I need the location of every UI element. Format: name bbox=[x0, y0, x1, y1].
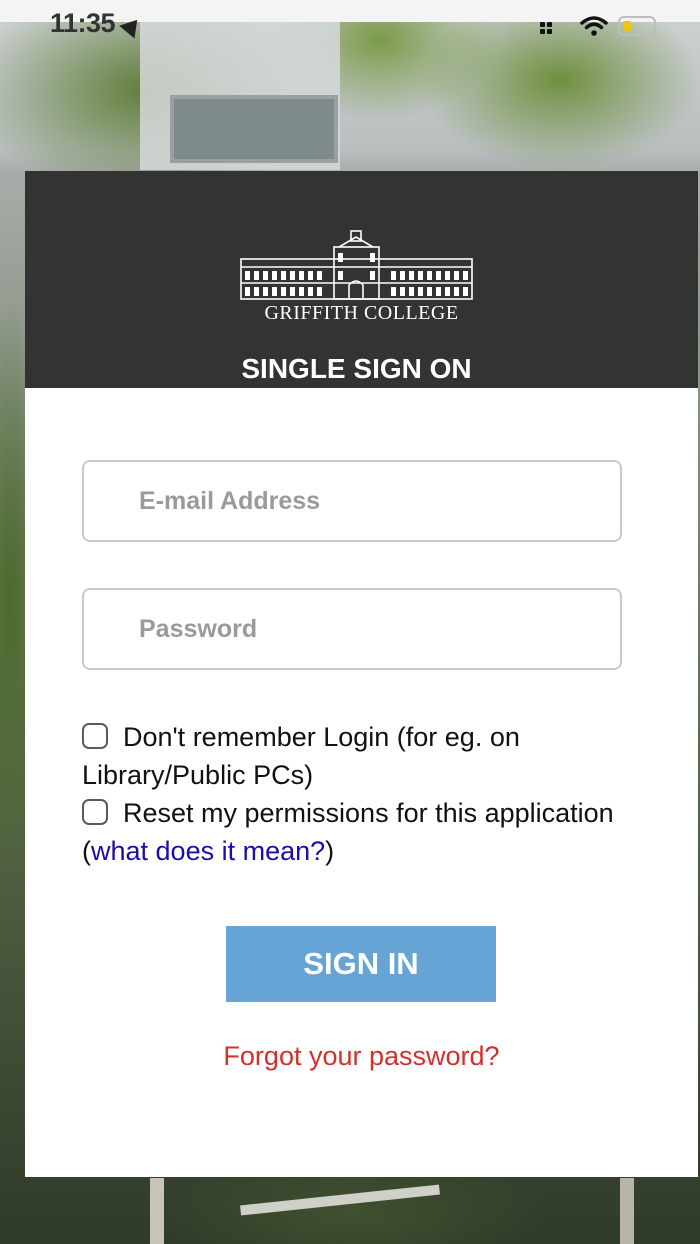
reset-permissions-option: Reset my permissions for this applicatio… bbox=[82, 794, 682, 870]
dont-remember-login-checkbox[interactable] bbox=[82, 723, 108, 749]
status-time: 11:35 bbox=[50, 8, 116, 38]
college-name: GRIFFITH COLLEGE bbox=[264, 302, 459, 324]
wifi-icon bbox=[580, 16, 608, 36]
background-post bbox=[150, 1178, 164, 1244]
battery-icon bbox=[618, 16, 656, 36]
login-header: GRIFFITH COLLEGE SINGLE SIGN ON bbox=[25, 171, 698, 388]
background-railing bbox=[240, 1184, 440, 1216]
dont-remember-login-label: Don't remember Login (for eg. on Library… bbox=[82, 722, 520, 790]
reset-permissions-checkbox[interactable] bbox=[82, 799, 108, 825]
open-paren: ( bbox=[82, 836, 91, 866]
background-post bbox=[620, 1178, 634, 1244]
background-window bbox=[170, 95, 338, 163]
dont-remember-login-option: Don't remember Login (for eg. on Library… bbox=[82, 718, 682, 794]
close-paren: ) bbox=[325, 836, 335, 866]
login-form: Don't remember Login (for eg. on Library… bbox=[25, 388, 698, 1177]
reset-permissions-label: Reset my permissions for this applicatio… bbox=[123, 798, 614, 828]
what-does-it-mean-link[interactable]: what does it mean? bbox=[91, 836, 325, 866]
status-bar: 11:35 bbox=[0, 0, 700, 39]
cellular-signal-icon bbox=[540, 22, 554, 36]
forgot-password-link[interactable]: Forgot your password? bbox=[25, 1041, 698, 1072]
email-field[interactable] bbox=[82, 460, 622, 542]
password-field[interactable] bbox=[82, 588, 622, 670]
page-title: SINGLE SIGN ON bbox=[241, 353, 472, 384]
college-building-logo bbox=[240, 230, 473, 300]
sign-in-button[interactable]: SIGN IN bbox=[226, 926, 496, 1002]
